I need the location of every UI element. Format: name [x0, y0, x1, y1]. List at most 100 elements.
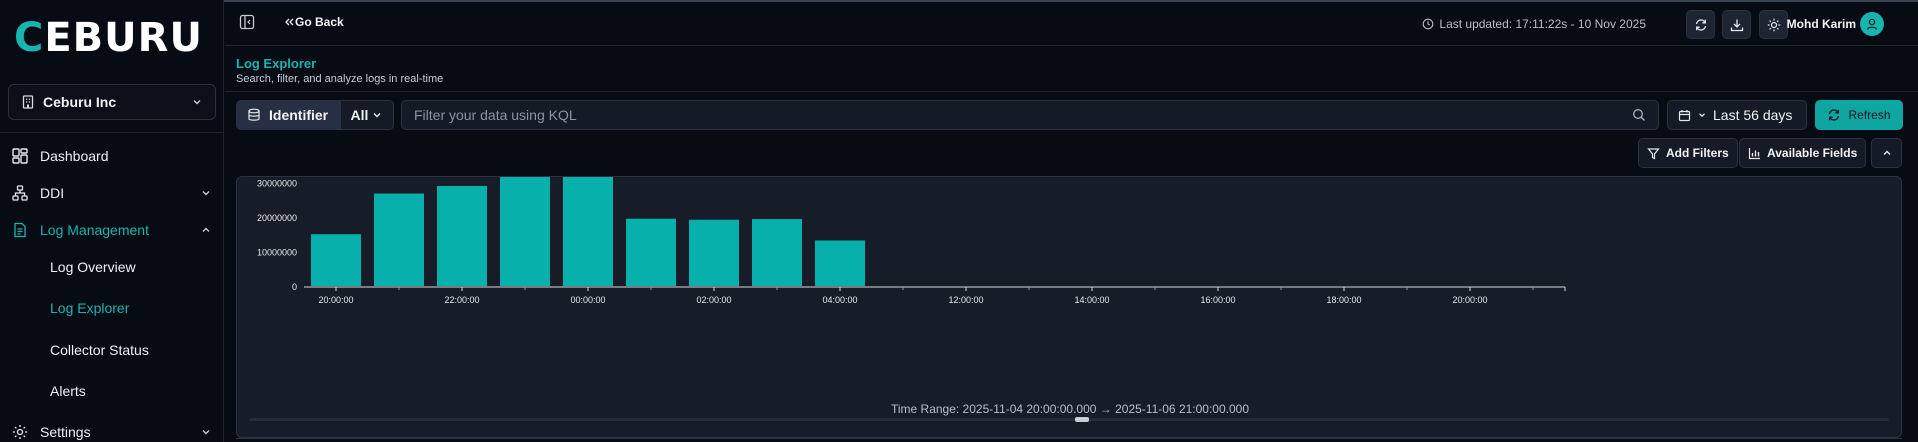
sidebar-item-settings[interactable]: Settings	[0, 416, 224, 442]
kql-search-input[interactable]	[414, 107, 1632, 123]
sidebar-subitem-alerts[interactable]: Alerts	[50, 377, 86, 405]
sidebar-item-dashboard[interactable]: Dashboard	[0, 140, 224, 172]
sidebar-item-label: Log Management	[40, 222, 149, 238]
time-range-label: Time Range: 2025-11-04 20:00:00.000 → 20…	[890, 402, 1250, 416]
date-range-select[interactable]: Last 56 days	[1667, 100, 1807, 130]
histogram-bar[interactable]	[374, 193, 424, 286]
chevron-down-icon	[1697, 110, 1707, 120]
histogram-chart[interactable]: 01000000020000000300000004000000020:00:0…	[237, 177, 1903, 417]
chevron-up-icon	[200, 224, 212, 236]
sidebar-subitem-log-explorer[interactable]: Log Explorer	[50, 294, 129, 322]
histogram-bar[interactable]	[563, 177, 613, 286]
histogram-panel: 01000000020000000300000004000000020:00:0…	[236, 176, 1902, 438]
gear-icon	[12, 424, 28, 440]
chevron-down-icon	[371, 109, 383, 121]
filter-icon	[1647, 147, 1660, 160]
x-tick-label: 02:00:00	[696, 295, 731, 305]
x-tick-label: 18:00:00	[1326, 295, 1361, 305]
sidebar-item-ddi[interactable]: DDI	[0, 177, 224, 209]
top-bar: Go Back Last updated: 17:11:22s - 10 Nov…	[225, 0, 1918, 46]
network-icon	[12, 185, 28, 201]
clock-icon	[1422, 18, 1434, 30]
calendar-icon	[1678, 109, 1691, 122]
chevrons-left-icon	[283, 16, 295, 28]
chart-scrollbar-thumb[interactable]	[1075, 417, 1089, 422]
page-title: Log Explorer	[236, 56, 317, 71]
available-fields-button[interactable]: Available Fields	[1739, 138, 1867, 168]
refresh-button[interactable]: Refresh	[1815, 100, 1903, 130]
histogram-bar[interactable]	[626, 218, 676, 286]
histogram-bar[interactable]	[815, 240, 865, 286]
sidebar-item-label: Dashboard	[40, 148, 109, 164]
search-icon[interactable]	[1632, 108, 1646, 122]
chevron-down-icon	[191, 96, 203, 108]
sun-icon	[1767, 18, 1781, 32]
scope-select[interactable]: All	[341, 101, 393, 129]
sync-icon	[1694, 18, 1708, 32]
x-tick-label: 12:00:00	[948, 295, 983, 305]
building-icon	[21, 95, 35, 109]
results-panel-edge	[236, 438, 1902, 442]
refresh-label: Refresh	[1848, 108, 1891, 122]
last-updated-text: Last updated: 17:11:22s - 10 Nov 2025	[1439, 17, 1646, 31]
user-name[interactable]: Mohd Karim	[1787, 17, 1856, 31]
logo-text: CEBURU	[14, 18, 203, 58]
histogram-bar[interactable]	[752, 219, 802, 286]
go-back-button[interactable]: Go Back	[283, 15, 344, 29]
histogram-bar[interactable]	[689, 219, 739, 286]
x-tick-label: 04:00:00	[822, 295, 857, 305]
refresh-icon	[1827, 108, 1841, 122]
x-tick-label: 20:00:00	[318, 295, 353, 305]
header-divider	[225, 91, 1918, 92]
y-tick-label: 30000000	[257, 179, 297, 189]
document-icon	[12, 222, 28, 238]
org-selector[interactable]: Ceburu Inc	[8, 84, 216, 120]
sidebar-collapse-icon[interactable]	[239, 14, 255, 30]
sidebar-subitem-log-overview[interactable]: Log Overview	[50, 253, 136, 281]
date-range-value: Last 56 days	[1713, 107, 1793, 123]
kql-search-field	[401, 100, 1659, 130]
download-icon	[1730, 18, 1744, 32]
bar-chart-icon	[1748, 147, 1761, 160]
chevron-down-icon	[200, 426, 212, 438]
sidebar-item-log-management[interactable]: Log Management	[0, 214, 224, 246]
chevron-up-icon	[1881, 147, 1893, 159]
app-logo[interactable]: CEBURU	[14, 18, 203, 58]
dashboard-icon	[12, 148, 28, 164]
collapse-panel-button[interactable]	[1871, 138, 1902, 168]
histogram-bar[interactable]	[311, 234, 361, 286]
sidebar-divider	[0, 132, 224, 133]
x-tick-label: 22:00:00	[444, 295, 479, 305]
histogram-bar[interactable]	[500, 177, 550, 286]
y-tick-label: 10000000	[257, 248, 297, 258]
avatar[interactable]	[1860, 12, 1884, 36]
y-tick-label: 0	[292, 282, 297, 292]
scope-value: All	[350, 107, 369, 123]
logo-wordmark: EBURU	[44, 15, 203, 61]
x-tick-label: 00:00:00	[570, 295, 605, 305]
sidebar-item-label: Settings	[40, 424, 91, 440]
sidebar-subitem-collector-status[interactable]: Collector Status	[50, 336, 149, 364]
x-tick-label: 14:00:00	[1074, 295, 1109, 305]
last-updated: Last updated: 17:11:22s - 10 Nov 2025	[1422, 17, 1646, 31]
add-filters-label: Add Filters	[1666, 146, 1729, 160]
user-icon	[1865, 17, 1879, 31]
page-subtitle: Search, filter, and analyze logs in real…	[236, 73, 444, 85]
sidebar: CEBURU Ceburu Inc Dashboard DDI Log Mana…	[0, 0, 224, 442]
database-icon	[247, 108, 261, 122]
x-tick-label: 20:00:00	[1452, 295, 1487, 305]
available-fields-label: Available Fields	[1767, 146, 1858, 160]
chevron-down-icon	[200, 187, 212, 199]
identifier-group: Identifier All	[236, 100, 394, 130]
sync-button[interactable]	[1686, 10, 1715, 39]
theme-toggle-button[interactable]	[1759, 10, 1788, 39]
sidebar-item-label: DDI	[40, 185, 65, 201]
identifier-button[interactable]: Identifier	[237, 101, 341, 129]
chart-scrollbar[interactable]	[249, 417, 1889, 422]
add-filters-button[interactable]: Add Filters	[1638, 138, 1738, 168]
org-label: Ceburu Inc	[43, 94, 117, 110]
go-back-label: Go Back	[295, 15, 344, 29]
download-button[interactable]	[1722, 10, 1751, 39]
x-tick-label: 16:00:00	[1200, 295, 1235, 305]
histogram-bar[interactable]	[437, 185, 487, 286]
